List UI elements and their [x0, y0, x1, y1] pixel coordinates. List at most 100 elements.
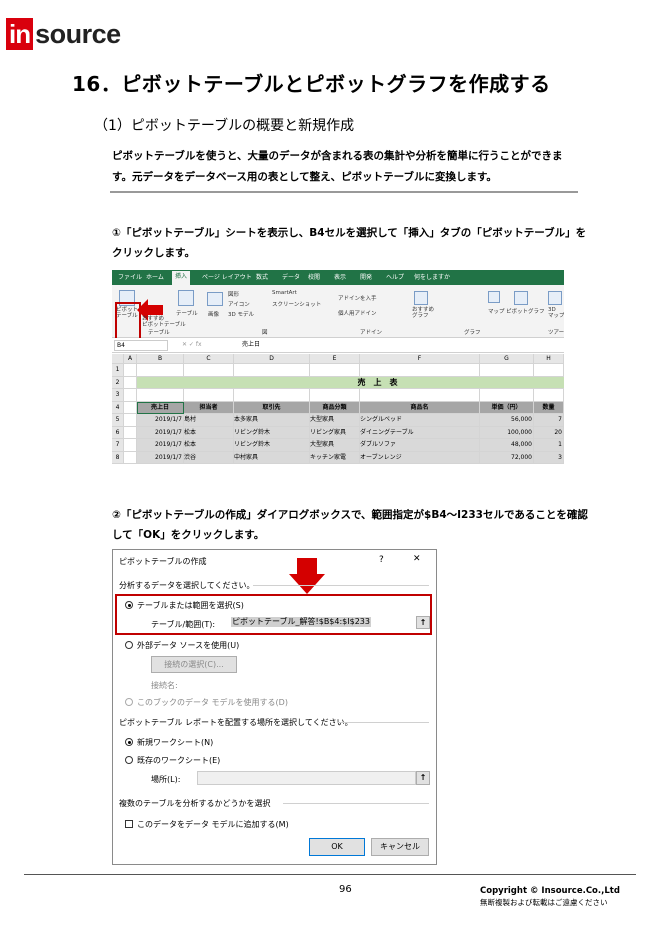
radio-external[interactable]	[125, 641, 133, 649]
formula-input[interactable]: 売上日	[242, 340, 260, 349]
data-cell[interactable]: シングルベッド	[360, 414, 480, 427]
tab-file[interactable]: ファイル	[118, 272, 142, 281]
tab-insert[interactable]: 挿入	[172, 271, 191, 285]
row-header[interactable]: 3	[112, 389, 124, 402]
3d-model-button[interactable]: 3D モデル	[228, 310, 254, 318]
row-header[interactable]: 7	[112, 439, 124, 452]
radio-data-model[interactable]	[125, 698, 133, 706]
data-cell[interactable]: 島村	[184, 414, 234, 427]
data-cell[interactable]: 7	[534, 414, 564, 427]
shapes-button[interactable]: 図形	[228, 290, 239, 298]
cell[interactable]	[360, 389, 480, 402]
recommended-pivot-button[interactable]: おすすめ ピボットテーブル	[142, 316, 186, 328]
radio-table-range[interactable]	[125, 601, 133, 609]
cell[interactable]	[480, 389, 534, 402]
header-cell[interactable]: 取引先	[234, 401, 310, 414]
my-addins-button[interactable]: 個人用アドイン	[338, 309, 377, 317]
tab-page-layout[interactable]: ページ レイアウト	[202, 272, 252, 281]
column-header[interactable]: H	[534, 354, 564, 364]
header-cell[interactable]: 商品名	[360, 401, 480, 414]
data-cell[interactable]: 2019/1/7	[137, 426, 184, 439]
choose-connection-button[interactable]: 接続の選択(C)...	[151, 656, 237, 673]
column-header[interactable]: A	[124, 354, 137, 364]
add-to-model-checkbox[interactable]	[125, 820, 133, 828]
row-header[interactable]: 5	[112, 414, 124, 427]
cell[interactable]	[310, 389, 360, 402]
data-cell[interactable]: 中村家具	[234, 451, 310, 464]
tab-tell-me[interactable]: 何をしますか	[414, 272, 450, 281]
cell[interactable]	[534, 364, 564, 377]
cell[interactable]	[124, 439, 137, 452]
smartart-button[interactable]: SmartArt	[272, 290, 297, 296]
data-cell[interactable]: 大型家具	[310, 414, 360, 427]
tab-help[interactable]: ヘルプ	[386, 272, 404, 281]
picture-icon[interactable]	[207, 292, 223, 306]
range-collapse-button[interactable]: ↑	[416, 616, 430, 629]
column-header[interactable]: G	[480, 354, 534, 364]
data-cell[interactable]: 100,000	[480, 426, 534, 439]
cell[interactable]	[310, 364, 360, 377]
cell[interactable]	[124, 426, 137, 439]
data-cell[interactable]: 松本	[184, 426, 234, 439]
tab-data[interactable]: データ	[282, 272, 300, 281]
tab-developer[interactable]: 開発	[360, 272, 372, 281]
map-icon[interactable]	[488, 291, 500, 303]
data-cell[interactable]: 2019/1/7	[137, 439, 184, 452]
cell[interactable]	[124, 414, 137, 427]
row-header[interactable]: 8	[112, 451, 124, 464]
picture-button[interactable]: 画像	[208, 310, 219, 318]
data-cell[interactable]: ダブルソファ	[360, 439, 480, 452]
3d-map-button[interactable]: 3D マップ	[548, 307, 564, 319]
column-header[interactable]: D	[234, 354, 310, 364]
cell[interactable]	[124, 401, 137, 414]
row-header[interactable]: 6	[112, 426, 124, 439]
radio-new-sheet[interactable]	[125, 738, 133, 746]
cell[interactable]	[124, 376, 137, 389]
cell[interactable]	[124, 364, 137, 377]
data-cell[interactable]: 20	[534, 426, 564, 439]
data-cell[interactable]: 2019/1/7	[137, 451, 184, 464]
pivot-chart-button[interactable]: ピボットグラフ	[506, 307, 545, 315]
table-icon[interactable]	[178, 290, 194, 306]
data-cell[interactable]: 大型家具	[310, 439, 360, 452]
table-button[interactable]: テーブル	[176, 309, 198, 317]
data-cell[interactable]: 渋谷	[184, 451, 234, 464]
data-cell[interactable]: リビング家具	[310, 426, 360, 439]
header-cell[interactable]: 数量	[534, 401, 564, 414]
data-cell[interactable]: 1	[534, 439, 564, 452]
data-cell[interactable]: ダイニングテーブル	[360, 426, 480, 439]
data-cell[interactable]: 56,000	[480, 414, 534, 427]
cell[interactable]	[480, 364, 534, 377]
tab-view[interactable]: 表示	[334, 272, 346, 281]
icons-button[interactable]: アイコン	[228, 300, 250, 308]
get-addins-button[interactable]: アドインを入手	[338, 294, 377, 302]
data-cell[interactable]: リビング鈴木	[234, 439, 310, 452]
location-field[interactable]	[197, 771, 416, 785]
data-cell[interactable]: 本多家具	[234, 414, 310, 427]
map-button[interactable]: マップ	[488, 307, 505, 315]
help-button[interactable]: ?	[379, 555, 384, 565]
data-cell[interactable]: キッチン家電	[310, 451, 360, 464]
row-header[interactable]: 4	[112, 401, 124, 414]
name-box[interactable]: B4	[114, 340, 168, 351]
recommended-chart-icon[interactable]	[414, 291, 428, 305]
table-title-cell[interactable]: 売 上 表	[137, 376, 564, 389]
data-cell[interactable]: リビング鈴木	[234, 426, 310, 439]
cell[interactable]	[360, 364, 480, 377]
pivot-chart-icon[interactable]	[514, 291, 528, 305]
column-header[interactable]: E	[310, 354, 360, 364]
3d-map-icon[interactable]	[548, 291, 562, 305]
header-cell[interactable]: 担当者	[184, 401, 234, 414]
data-cell[interactable]: オーブンレンジ	[360, 451, 480, 464]
row-header[interactable]: 2	[112, 376, 124, 389]
data-cell[interactable]: 3	[534, 451, 564, 464]
range-field[interactable]: ピボットテーブル_解答!$B$4:$I$233	[229, 615, 420, 630]
header-cell[interactable]: 単価（円）	[480, 401, 534, 414]
header-cell[interactable]: 商品分類	[310, 401, 360, 414]
data-cell[interactable]: 2019/1/7	[137, 414, 184, 427]
cell[interactable]	[137, 389, 184, 402]
data-cell[interactable]: 48,000	[480, 439, 534, 452]
location-collapse-button[interactable]: ↑	[416, 771, 430, 785]
close-button[interactable]: ✕	[413, 554, 421, 564]
tab-review[interactable]: 校閲	[308, 272, 320, 281]
